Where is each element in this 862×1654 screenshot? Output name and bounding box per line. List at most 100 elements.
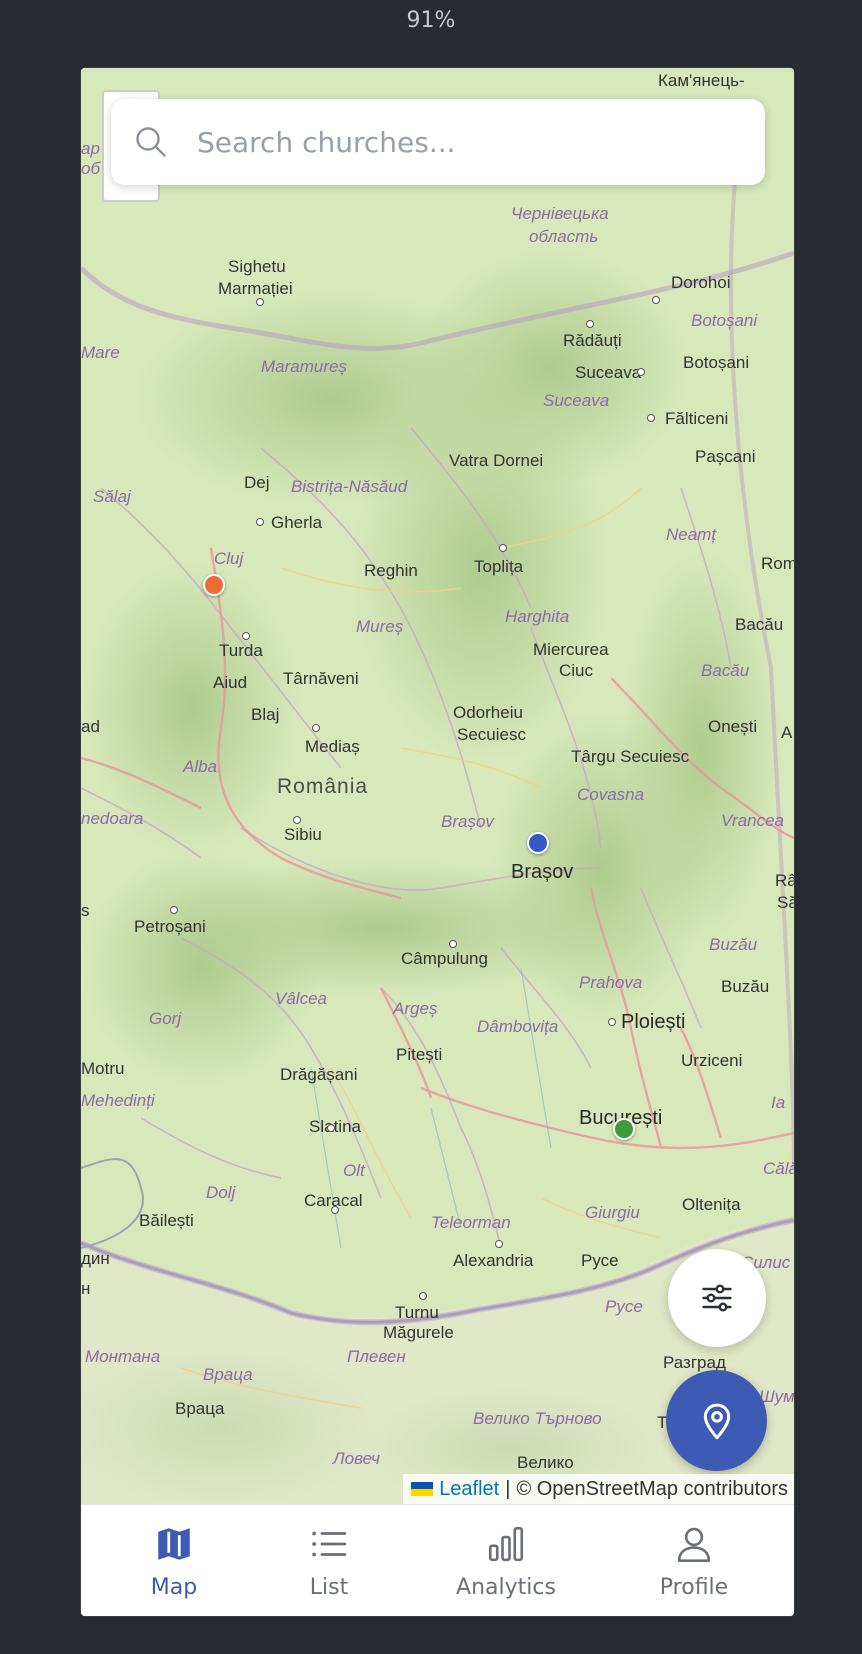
- city-label: Turda: [219, 641, 263, 660]
- church-marker-blue[interactable]: [527, 832, 549, 854]
- city-label: Pitești: [396, 1045, 443, 1064]
- city-dot: [256, 518, 264, 526]
- county-label: Covasna: [577, 785, 645, 804]
- city-label: Mediaș: [305, 737, 360, 756]
- city-dot: [419, 1292, 427, 1300]
- city-label: Кам'янець-: [658, 71, 745, 90]
- county-label: Alba: [183, 757, 218, 776]
- county-label: об: [81, 159, 101, 178]
- city-dot: [256, 298, 264, 306]
- county-label: ар: [81, 139, 100, 158]
- city-label: Drăgășani: [280, 1065, 358, 1084]
- city-label: Aiud: [213, 673, 248, 692]
- city-dot: [449, 940, 457, 948]
- city-label: Rădăuți: [563, 331, 622, 350]
- county-label: A: [781, 723, 793, 742]
- city-label: Dorohoi: [671, 273, 731, 292]
- city-label: Toplița: [474, 557, 524, 576]
- map-icon: [158, 1528, 190, 1560]
- search-icon: [136, 127, 166, 157]
- county-label: Враца: [203, 1365, 253, 1384]
- city-label: Велико: [517, 1453, 574, 1472]
- tab-label: List: [309, 1575, 349, 1600]
- tab-list[interactable]: List: [254, 1505, 404, 1616]
- church-marker-green[interactable]: [613, 1118, 635, 1140]
- city-dot: [331, 1206, 339, 1214]
- county-label: Argeș: [393, 999, 438, 1018]
- city-dot: [293, 816, 301, 824]
- bar-chart-icon: [488, 1526, 524, 1562]
- tab-map[interactable]: Map: [99, 1505, 249, 1616]
- city-dot: [242, 632, 250, 640]
- city-label: Urziceni: [681, 1051, 743, 1070]
- county-label: Велико Търново: [473, 1409, 602, 1428]
- county-label: дин: [81, 1249, 110, 1268]
- county-label: Ia: [771, 1093, 786, 1112]
- tab-label: Analytics: [456, 1575, 556, 1600]
- city-label: Bacău: [735, 615, 784, 634]
- county-label: Buzău: [709, 935, 758, 954]
- city-label: Râmn: [775, 871, 794, 890]
- city-dot: [312, 724, 320, 732]
- locate-button[interactable]: [666, 1370, 767, 1471]
- city-label: Pașcani: [695, 447, 756, 466]
- city-label: Buzău: [721, 977, 770, 996]
- county-label: Teleorman: [431, 1213, 511, 1232]
- map-view[interactable]: Чернівецька область Botoșani Mare Maramu…: [81, 68, 794, 1504]
- city-label: Turnu: [395, 1303, 439, 1322]
- county-label: Плевен: [347, 1347, 406, 1366]
- tab-label: Map: [150, 1575, 198, 1600]
- county-label: ad: [81, 717, 100, 736]
- tab-label: Profile: [659, 1575, 729, 1600]
- city-label: Brașov: [511, 861, 574, 883]
- city-label: Ploiești: [621, 1011, 686, 1033]
- city-dot: [327, 1124, 335, 1132]
- county-label: Sălaj: [93, 487, 131, 506]
- county-label: Neamț: [666, 525, 717, 544]
- county-label: Vâlcea: [275, 989, 327, 1008]
- county-label: Brașov: [441, 812, 494, 831]
- county-label: Gorj: [149, 1009, 182, 1028]
- city-dot: [637, 368, 645, 376]
- county-label: Giurgiu: [585, 1203, 640, 1222]
- county-label: nedoara: [81, 809, 144, 828]
- city-label: Secuiesc: [457, 725, 526, 744]
- county-label: Vrancea: [721, 811, 785, 830]
- county-label: Bistrița-Năsăud: [291, 477, 408, 496]
- city-label: Slatina: [309, 1117, 361, 1136]
- county-label: Prahova: [579, 973, 643, 992]
- osm-attribution[interactable]: © OpenStreetMap contributors: [516, 1478, 788, 1501]
- city-label: Onești: [708, 717, 758, 736]
- church-marker-orange[interactable]: [203, 574, 225, 596]
- city-label: Roman: [761, 554, 794, 573]
- city-label: Băilești: [139, 1211, 194, 1230]
- city-label: Sighetu: [228, 257, 286, 276]
- search-input[interactable]: [195, 124, 759, 160]
- city-label: Botoșani: [683, 353, 750, 372]
- city-label: Vatra Dornei: [449, 451, 544, 470]
- city-label: Suceava: [575, 363, 642, 382]
- county-label: Olt: [343, 1161, 365, 1180]
- county-label: Русе: [605, 1297, 643, 1316]
- city-label: Русе: [581, 1251, 619, 1270]
- country-label: România: [277, 775, 369, 798]
- leaflet-link[interactable]: Leaflet: [439, 1478, 499, 1501]
- city-label: Câmpulung: [401, 949, 488, 968]
- tab-profile[interactable]: Profile: [619, 1505, 769, 1616]
- county-label: Dolj: [206, 1183, 236, 1202]
- county-label: Dâmbovița: [477, 1017, 559, 1036]
- city-label: Fălticeni: [665, 409, 729, 428]
- city-label: Petroșani: [134, 917, 206, 936]
- county-label: Шум: [759, 1387, 794, 1406]
- city-label: Dej: [244, 473, 270, 492]
- search-bar[interactable]: [111, 99, 765, 185]
- county-label: s: [81, 901, 90, 920]
- tab-analytics[interactable]: Analytics: [431, 1505, 581, 1616]
- city-dot: [652, 296, 660, 304]
- user-icon: [677, 1527, 711, 1562]
- county-label: Suceava: [543, 391, 610, 410]
- filter-button[interactable]: [668, 1249, 766, 1347]
- county-label: Harghita: [505, 607, 570, 626]
- list-icon: [312, 1531, 347, 1557]
- city-label: Враца: [175, 1399, 225, 1418]
